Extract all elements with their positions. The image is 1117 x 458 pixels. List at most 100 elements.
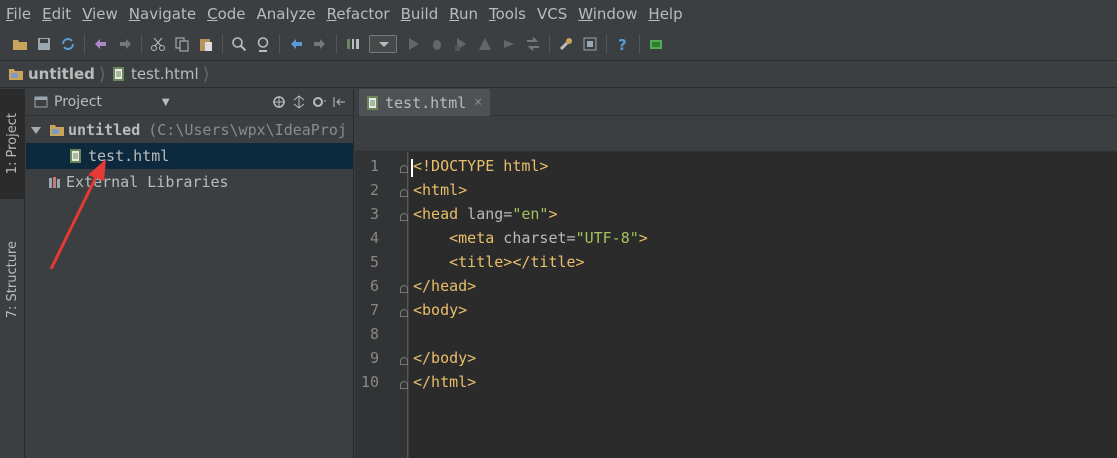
menu-mnemonic: E	[42, 5, 52, 23]
fold-marker-icon[interactable]	[400, 357, 408, 365]
run-config-dropdown[interactable]	[369, 35, 397, 53]
menu-mnemonic: H	[648, 5, 660, 23]
project-structure-icon[interactable]	[582, 36, 598, 52]
menu-label: indow	[592, 5, 638, 23]
code-token: html>	[494, 157, 549, 175]
find-icon[interactable]	[231, 36, 247, 52]
menu-label: dit	[51, 5, 72, 23]
code-token: <!DOCTYPE	[413, 157, 495, 175]
sync-icon[interactable]	[60, 36, 76, 52]
menu-label: uild	[410, 5, 439, 23]
fold-marker-icon[interactable]	[400, 309, 408, 317]
breadcrumb-project-label: untitled	[28, 65, 95, 83]
menu-item-analyze[interactable]: Analyze	[257, 0, 316, 28]
fold-marker-icon[interactable]	[400, 165, 408, 173]
expand-arrow-icon[interactable]	[31, 126, 41, 134]
code-token: "en"	[512, 205, 549, 223]
line-number: 8	[369, 325, 379, 343]
coverage-icon[interactable]	[453, 36, 469, 52]
breadcrumb-file-label: test.html	[130, 65, 199, 83]
breadcrumb-project[interactable]: untitled	[8, 65, 95, 83]
collapse-all-icon[interactable]	[291, 94, 307, 110]
tree-root-untitled[interactable]: untitled (C:\Users\wpx\IdeaProj	[26, 117, 353, 143]
menu-item-navigate[interactable]: Navigate	[129, 0, 196, 28]
code-token: charset=	[494, 229, 576, 247]
editor-tab-test-html[interactable]: test.html ×	[359, 89, 491, 116]
menu-item-window[interactable]: Window	[578, 0, 637, 28]
line-number: 3	[369, 205, 379, 223]
build-artifacts-icon[interactable]	[525, 36, 541, 52]
menu-item-run[interactable]: Run	[449, 0, 478, 28]
code-line-1: <!DOCTYPE html>	[413, 157, 548, 175]
save-all-icon[interactable]	[36, 36, 52, 52]
open-folder-icon[interactable]	[12, 36, 28, 52]
code-line-4: <meta charset="UTF-8">	[413, 229, 648, 247]
tab-project[interactable]: 1: Project	[0, 89, 25, 199]
gear-icon[interactable]	[311, 94, 327, 110]
fold-marker-icon[interactable]	[400, 213, 408, 221]
code-line-7: <body>	[413, 301, 468, 319]
run-icon[interactable]	[405, 36, 421, 52]
redo-icon[interactable]	[117, 36, 133, 52]
menu-item-code[interactable]: Code	[207, 0, 245, 28]
paste-icon[interactable]	[198, 36, 214, 52]
menu-mnemonic: R	[326, 5, 337, 23]
menu-item-refactor[interactable]: Refactor	[327, 0, 390, 28]
breadcrumb-file[interactable]: test.html	[112, 65, 199, 83]
code-line-2: <html>	[413, 181, 468, 199]
menu-item-build[interactable]: Build	[401, 0, 439, 28]
forward-icon[interactable]	[312, 36, 328, 52]
menu-label: elp	[659, 5, 683, 23]
close-icon[interactable]: ×	[474, 95, 482, 110]
menu-label: avigate	[140, 5, 197, 23]
tab-structure[interactable]: 7: Structure	[0, 215, 25, 345]
project-view-selector[interactable]: Project	[54, 94, 102, 110]
menu-item-vcs[interactable]: VCS	[537, 0, 567, 28]
line-number: 10	[360, 373, 379, 391]
back-icon[interactable]	[288, 36, 304, 52]
html-file-icon	[112, 67, 124, 81]
line-number: 9	[369, 349, 379, 367]
scroll-from-source-icon[interactable]	[271, 94, 287, 110]
menu-item-help[interactable]: Help	[648, 0, 682, 28]
chevron-down-icon[interactable]: ▼	[162, 97, 170, 108]
code-editor[interactable]: <!DOCTYPE html> <html> <head lang="en"> …	[409, 152, 1117, 458]
menu-item-tools[interactable]: Tools	[489, 0, 526, 28]
code-line-5: <title></title>	[413, 253, 585, 271]
help-icon[interactable]: ?	[615, 36, 631, 52]
settings-icon[interactable]	[558, 36, 574, 52]
replace-icon[interactable]	[255, 36, 271, 52]
fold-marker-icon[interactable]	[400, 189, 408, 197]
menu-label: un	[458, 5, 478, 23]
copy-icon[interactable]	[174, 36, 190, 52]
code-line-10: </html>	[413, 373, 477, 391]
tab-structure-label: 7: Structure	[5, 241, 20, 319]
fold-marker-icon[interactable]	[400, 381, 408, 389]
menu-mnemonic: T	[489, 5, 496, 23]
html-file-icon	[367, 95, 378, 110]
toolbar-separator	[84, 34, 85, 54]
menu-item-view[interactable]: View	[82, 0, 118, 28]
make-project-icon[interactable]	[345, 36, 361, 52]
menu-item-file[interactable]: File	[6, 0, 31, 28]
profile-icon[interactable]	[477, 36, 493, 52]
toolbar-separator	[279, 34, 280, 54]
menu-mnemonic: B	[400, 5, 411, 23]
menu-label: Analyze	[256, 5, 316, 23]
toolbar-separator	[336, 34, 337, 54]
code-line-9: </body>	[413, 349, 477, 367]
menu-item-edit[interactable]: Edit	[42, 0, 71, 28]
cut-icon[interactable]	[150, 36, 166, 52]
line-number-gutter: 1 2 3 4 5 6 7 8 9 10	[355, 152, 408, 458]
undo-icon[interactable]	[93, 36, 109, 52]
fold-marker-icon[interactable]	[400, 285, 408, 293]
debug-icon[interactable]	[429, 36, 445, 52]
breadcrumb: untitled ⟩ test.html ⟩	[0, 60, 1117, 88]
menu-label: VCS	[536, 5, 568, 23]
code-line-6: </head>	[413, 277, 477, 295]
editor-tab-label: test.html	[385, 93, 467, 112]
stop-icon[interactable]	[501, 36, 517, 52]
hide-panel-icon[interactable]	[331, 94, 347, 110]
sdk-icon[interactable]	[648, 36, 664, 52]
menu-label: ools	[495, 5, 526, 23]
